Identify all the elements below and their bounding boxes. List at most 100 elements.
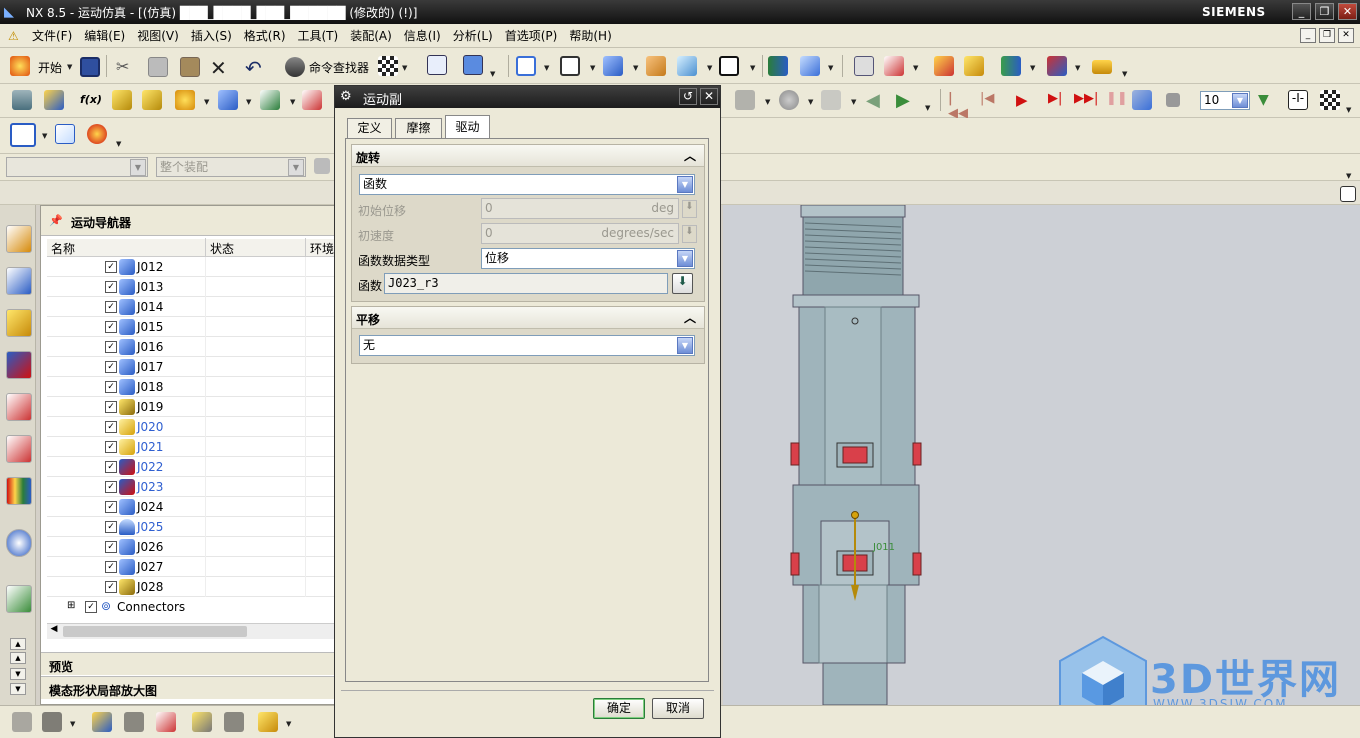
rewind-to-start-icon[interactable]: |◀◀ <box>948 91 968 121</box>
column-status[interactable]: 状态 <box>205 238 234 256</box>
scroll-down-small-button[interactable]: ▼ <box>10 683 26 695</box>
move-icon[interactable] <box>156 712 176 732</box>
copy-icon[interactable] <box>148 57 168 77</box>
layer-icon[interactable] <box>646 56 666 76</box>
menu-insert[interactable]: 插入(S) <box>185 27 238 44</box>
add-dropdown-icon[interactable]: ▼ <box>70 720 75 728</box>
type-filter-select[interactable]: ▼ <box>6 157 148 177</box>
stop-icon[interactable] <box>1166 93 1180 107</box>
pin-icon[interactable]: 📌 <box>49 214 63 227</box>
detail-section-header[interactable]: 模态形状局部放大图 <box>41 676 335 699</box>
cancel-button[interactable]: 取消 <box>652 698 704 719</box>
start-button[interactable]: 开始 <box>38 59 62 76</box>
collapse-icon[interactable]: ︿ <box>684 309 696 326</box>
reset-icon[interactable]: ↺ <box>679 88 697 105</box>
preview-section-header[interactable]: 预览 <box>41 652 335 675</box>
scroll-left-icon[interactable]: ◀ <box>47 624 61 639</box>
list-item[interactable]: ✓ J025 <box>47 517 337 537</box>
component-dropdown-icon[interactable]: ▼ <box>828 64 833 72</box>
start-icon[interactable] <box>10 56 30 76</box>
restore-button[interactable]: ❐ <box>1315 3 1334 20</box>
assembly-icon[interactable] <box>768 56 788 76</box>
analysis-icon[interactable] <box>884 56 904 76</box>
save-icon[interactable] <box>80 57 100 77</box>
graphics-viewport[interactable]: J011 3D世界网 WWW.3DSJW.COM <box>723 205 1360 731</box>
checkbox[interactable]: ✓ <box>105 521 117 533</box>
info-window-icon[interactable] <box>463 55 483 75</box>
selection-options-icon[interactable] <box>314 158 330 174</box>
section-dropdown-icon[interactable]: ▼ <box>707 64 712 72</box>
assembly-navigator-tab[interactable] <box>6 225 32 253</box>
motion-navigator-tab[interactable] <box>6 351 32 379</box>
playback-step-select[interactable]: 10 ▼ <box>1200 91 1250 110</box>
list-item[interactable]: ✓ J020 <box>47 417 337 437</box>
section-icon[interactable] <box>677 56 697 76</box>
reposition-icon[interactable] <box>192 712 212 732</box>
function-manager-icon[interactable]: ⬇ <box>672 273 693 294</box>
toolbar-overflow-icon[interactable]: ▼ <box>1346 172 1351 180</box>
fullscreen-icon[interactable] <box>1340 186 1356 202</box>
palette-tab[interactable] <box>6 477 32 505</box>
coupler-dropdown-icon[interactable]: ▼ <box>246 98 251 106</box>
finish-dropdown-icon[interactable]: ▼ <box>1346 106 1351 114</box>
checkbox[interactable]: ✓ <box>105 481 117 493</box>
list-item[interactable]: ✓ J014 <box>47 297 337 317</box>
play-icon[interactable]: ▶ <box>1016 91 1036 111</box>
contact-dropdown-icon[interactable]: ▼ <box>290 98 295 106</box>
orient-dropdown-icon[interactable]: ▼ <box>590 64 595 72</box>
menu-assembly[interactable]: 装配(A) <box>344 27 398 44</box>
pmi-icon[interactable] <box>12 712 32 732</box>
fit-dropdown-icon[interactable]: ▼ <box>544 64 549 72</box>
gear-dropdown-icon[interactable]: ▼ <box>204 98 209 106</box>
fit-view-icon[interactable] <box>516 56 536 76</box>
timeline-icon[interactable]: -Ⅰ- <box>1288 90 1308 110</box>
contact-icon[interactable] <box>260 90 280 110</box>
selection-box-icon[interactable] <box>10 123 36 147</box>
motion-dropdown-icon[interactable]: ▼ <box>1030 64 1035 72</box>
binoculars-icon[interactable] <box>285 57 305 77</box>
scroll-down-button[interactable]: ▼ <box>10 668 26 680</box>
initial-displacement-field[interactable]: 0 deg <box>481 198 679 219</box>
background-dropdown-icon[interactable]: ▼ <box>750 64 755 72</box>
start-dropdown-icon[interactable]: ▼ <box>67 63 72 71</box>
list-item[interactable]: ✓ J022 <box>47 457 337 477</box>
step-forward-icon[interactable]: ▶| <box>1048 91 1068 111</box>
mate-icon[interactable] <box>92 712 112 732</box>
translation-section-header[interactable]: 平移 ︿ <box>352 307 704 329</box>
shaded-cube-icon[interactable] <box>603 56 623 76</box>
view-orient-icon[interactable] <box>560 56 580 76</box>
force-icon[interactable] <box>302 90 322 110</box>
translation-mode-select[interactable]: 无 ▼ <box>359 335 695 356</box>
function-data-type-select[interactable]: 位移 ▼ <box>481 248 695 269</box>
checkered-flag-icon[interactable] <box>378 56 398 76</box>
rotation-section-header[interactable]: 旋转 ︿ <box>352 145 704 167</box>
measure-icon[interactable] <box>1047 56 1067 76</box>
undo-icon[interactable]: ↶ <box>245 56 265 80</box>
explode-icon[interactable] <box>224 712 244 732</box>
checkbox[interactable]: ✓ <box>105 321 117 333</box>
info-dropdown-icon[interactable]: ▼ <box>490 70 495 78</box>
table-icon[interactable] <box>854 56 874 76</box>
cut-icon[interactable]: ✂ <box>116 57 136 77</box>
checklist-icon[interactable] <box>55 124 75 144</box>
minimize-button[interactable]: _ <box>1292 3 1311 20</box>
delete-icon[interactable]: ✕ <box>210 56 230 80</box>
menu-edit[interactable]: 编辑(E) <box>78 27 131 44</box>
motion-icon[interactable] <box>1001 56 1021 76</box>
finish-flag-icon[interactable] <box>1320 90 1340 110</box>
ok-button[interactable]: 确定 <box>593 698 645 719</box>
scope-select[interactable]: 整个装配 ▼ <box>156 157 306 177</box>
menu-info[interactable]: 信息(I) <box>398 27 447 44</box>
damper-icon[interactable] <box>142 90 162 110</box>
analysis-dropdown-icon[interactable]: ▼ <box>913 64 918 72</box>
checkbox[interactable]: ✓ <box>105 261 117 273</box>
component-icon[interactable] <box>800 56 820 76</box>
rotation-mode-select[interactable]: 函数 ▼ <box>359 174 695 195</box>
list-item[interactable]: ✓ J016 <box>47 337 337 357</box>
coupler-icon[interactable] <box>218 90 238 110</box>
menu-preferences[interactable]: 首选项(P) <box>499 27 564 44</box>
expand-icon[interactable]: ⊞ <box>67 600 75 611</box>
marker-icon[interactable] <box>964 56 984 76</box>
close-window-button[interactable]: ✕ <box>1338 3 1357 20</box>
doc-restore-button[interactable]: ❐ <box>1319 28 1335 43</box>
